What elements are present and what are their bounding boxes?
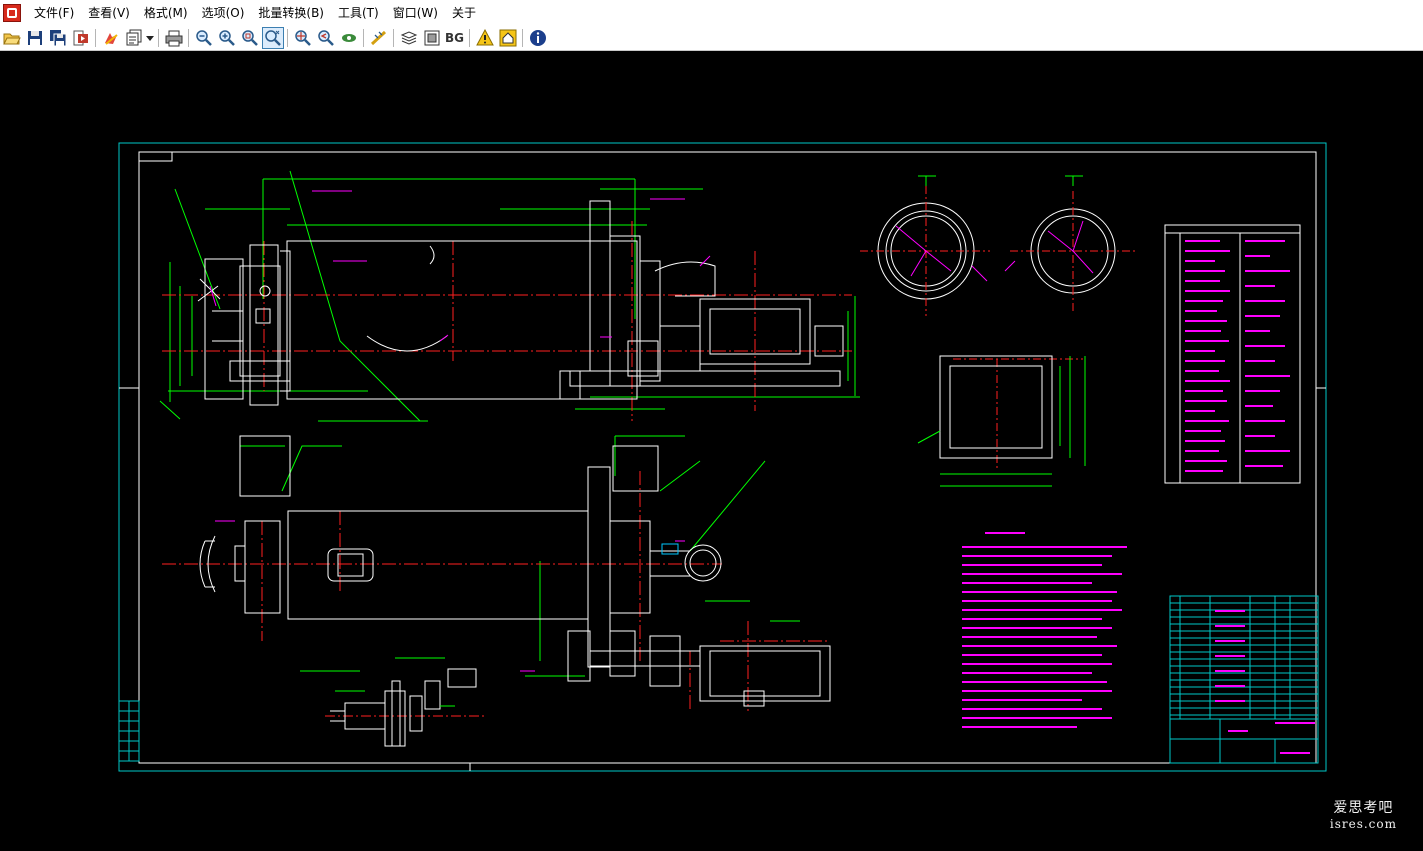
toolbar-separator [363, 29, 364, 47]
layer-manager-icon[interactable] [398, 27, 420, 49]
cad-drawing[interactable] [0, 51, 1423, 851]
measure-icon[interactable] [368, 27, 390, 49]
background-color-icon[interactable]: BG [444, 27, 466, 49]
zoom-previous-icon[interactable] [315, 27, 337, 49]
technical-data-table [1164, 224, 1301, 484]
elevation-view [159, 170, 860, 422]
save-all-icon[interactable] [47, 27, 69, 49]
frame-icon[interactable] [421, 27, 443, 49]
zoom-window-icon[interactable] [239, 27, 261, 49]
toolbar-separator [95, 29, 96, 47]
bg-label: BG [445, 31, 464, 45]
flange-details [860, 175, 1135, 469]
toolbar-separator [188, 29, 189, 47]
title-block [1169, 595, 1319, 764]
layers-icon[interactable] [100, 27, 122, 49]
info-icon[interactable] [527, 27, 549, 49]
menu-batch-convert[interactable]: 批量转换(B) [251, 0, 331, 26]
zoom-extents-icon[interactable] [292, 27, 314, 49]
watermark: 爱思考吧 isres.com [1330, 797, 1397, 831]
pages-dropdown-chevron-down-icon[interactable] [145, 27, 155, 49]
menu-file[interactable]: 文件(F) [27, 0, 81, 26]
app-logo-icon [3, 4, 21, 22]
drawing-canvas[interactable]: 爱思考吧 isres.com [0, 51, 1423, 851]
watermark-line1: 爱思考吧 [1333, 800, 1394, 816]
cad-viewer-window: 文件(F) 查看(V) 格式(M) 选项(O) 批量转换(B) 工具(T) 窗口… [0, 0, 1423, 851]
view-icon[interactable] [338, 27, 360, 49]
zoom-in-icon[interactable] [216, 27, 238, 49]
toolbar-separator [393, 29, 394, 47]
menu-bar: 文件(F) 查看(V) 格式(M) 选项(O) 批量转换(B) 工具(T) 窗口… [0, 0, 1423, 26]
menu-about[interactable]: 关于 [445, 0, 483, 26]
save-icon[interactable] [24, 27, 46, 49]
technical-requirements-notes [962, 532, 1127, 728]
toolbar: BG [0, 26, 1423, 51]
toolbar-separator [522, 29, 523, 47]
print-icon[interactable] [163, 27, 185, 49]
warning-icon[interactable] [474, 27, 496, 49]
menu-format[interactable]: 格式(M) [137, 0, 195, 26]
menu-view[interactable]: 查看(V) [81, 0, 137, 26]
toolbar-separator [469, 29, 470, 47]
zoom-out-icon[interactable] [193, 27, 215, 49]
zoom-realtime-icon[interactable] [261, 27, 284, 49]
square-flange-detail [917, 355, 1086, 487]
watermark-line2: isres.com [1329, 817, 1397, 831]
plan-view [162, 435, 831, 711]
menu-window[interactable]: 窗口(W) [386, 0, 445, 26]
home-icon[interactable] [497, 27, 519, 49]
sheet-frame [118, 142, 1327, 772]
menu-tools[interactable]: 工具(T) [331, 0, 386, 26]
toolbar-separator [158, 29, 159, 47]
pages-icon[interactable] [123, 27, 145, 49]
toolbar-separator [287, 29, 288, 47]
export-icon[interactable] [70, 27, 92, 49]
menu-options[interactable]: 选项(O) [195, 0, 252, 26]
open-folder-icon[interactable] [1, 27, 23, 49]
